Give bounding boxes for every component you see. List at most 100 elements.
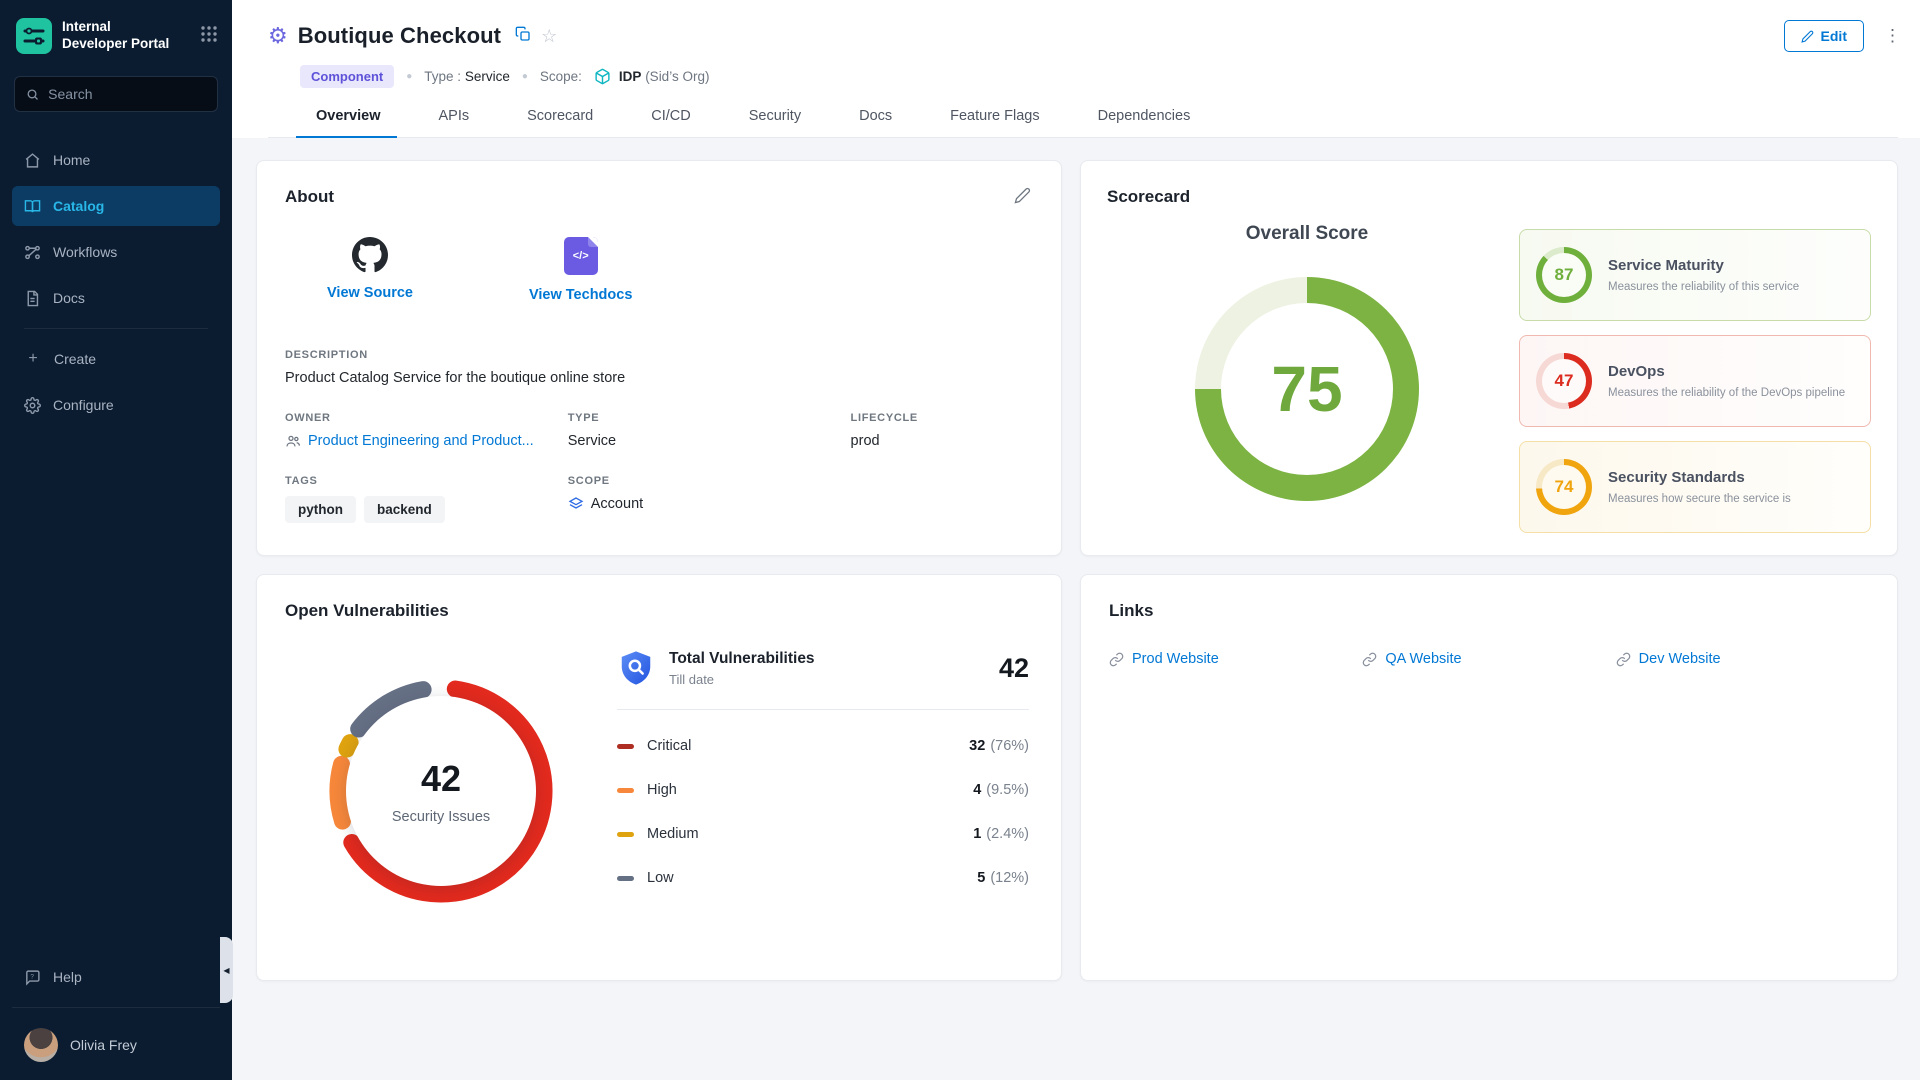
avatar <box>24 1028 58 1062</box>
tabs: Overview APIs Scorecard CI/CD Security D… <box>268 108 1898 138</box>
description-value: Product Catalog Service for the boutique… <box>285 370 1033 386</box>
scorecard-title: Scorecard <box>1107 187 1871 207</box>
type-value: Service <box>465 69 510 84</box>
group-icon <box>285 433 301 449</box>
pencil-icon <box>1801 30 1814 43</box>
sidebar-item-configure[interactable]: Configure <box>12 385 220 425</box>
type-value: Service <box>568 433 851 449</box>
links-title: Links <box>1109 601 1869 621</box>
sidebar-item-catalog[interactable]: Catalog <box>12 186 220 226</box>
severity-row-high: High 4 (9.5%) <box>617 782 1029 798</box>
owner-label: OWNER <box>285 412 568 424</box>
sidebar-item-create[interactable]: + Create <box>12 339 220 379</box>
copy-icon[interactable] <box>515 26 531 47</box>
scorecard-item-devops[interactable]: 47 DevOps Measures the reliability of th… <box>1519 335 1871 427</box>
sidebar: Internal Developer Portal Home Catalog <box>0 0 232 1080</box>
mini-score-ring: 74 <box>1536 459 1592 515</box>
about-title: About <box>285 187 1033 207</box>
links-card: Links Prod Website QA Website Dev Websit… <box>1080 574 1898 981</box>
kebab-menu-icon[interactable]: ⋮ <box>1884 31 1898 40</box>
description-label: DESCRIPTION <box>285 349 1033 361</box>
scope-label: SCOPE <box>568 475 1033 487</box>
svg-text:?: ? <box>30 973 34 980</box>
low-dash-icon <box>617 876 634 881</box>
docs-icon <box>24 290 41 307</box>
tag-pill[interactable]: backend <box>364 496 445 523</box>
mini-score-ring: 87 <box>1536 247 1592 303</box>
favorite-star-icon[interactable]: ☆ <box>541 26 557 47</box>
severity-row-medium: Medium 1 (2.4%) <box>617 826 1029 842</box>
view-source-link[interactable]: View Source <box>327 237 413 303</box>
tab-scorecard[interactable]: Scorecard <box>525 108 595 137</box>
tab-apis[interactable]: APIs <box>437 108 472 137</box>
help-icon: ? <box>24 969 41 986</box>
medium-dash-icon <box>617 832 634 837</box>
high-dash-icon <box>617 788 634 793</box>
page-title: Boutique Checkout <box>298 23 501 49</box>
lifecycle-value: prod <box>851 433 1033 449</box>
apps-grid-icon[interactable] <box>200 25 218 48</box>
about-card: About View Source </> View Techdocs DESC… <box>256 160 1062 556</box>
about-edit-pencil-icon[interactable] <box>1014 187 1031 209</box>
scorecard-item-security-standards[interactable]: 74 Security Standards Measures how secur… <box>1519 441 1871 533</box>
component-gear-icon: ⚙ <box>268 25 288 47</box>
total-vulnerabilities-label: Total Vulnerabilities <box>669 650 815 668</box>
tab-security[interactable]: Security <box>747 108 803 137</box>
techdocs-icon: </> <box>564 237 598 275</box>
search-input[interactable] <box>48 86 206 102</box>
workflows-icon <box>24 244 41 261</box>
link-dev-website[interactable]: Dev Website <box>1616 651 1869 667</box>
gear-icon <box>24 397 41 414</box>
owner-link[interactable]: Product Engineering and Product... <box>285 433 568 449</box>
user-menu[interactable]: Olivia Frey <box>0 1018 232 1066</box>
user-name: Olivia Frey <box>70 1037 137 1053</box>
scope-value: IDP <box>619 69 642 84</box>
brand: Internal Developer Portal <box>0 0 232 68</box>
overall-score-donut: 75 <box>1195 277 1419 501</box>
link-icon <box>1616 652 1631 667</box>
link-prod-website[interactable]: Prod Website <box>1109 651 1362 667</box>
view-techdocs-link[interactable]: </> View Techdocs <box>529 237 632 303</box>
catalog-icon <box>24 198 41 215</box>
overall-score-value: 75 <box>1195 277 1419 501</box>
sidebar-item-workflows[interactable]: Workflows <box>12 232 220 272</box>
tag-pill[interactable]: python <box>285 496 356 523</box>
scorecard-item-service-maturity[interactable]: 87 Service Maturity Measures the reliabi… <box>1519 229 1871 321</box>
page-header: ⚙ Boutique Checkout ☆ Edit ⋮ Component ●… <box>232 0 1920 138</box>
plus-icon: + <box>24 351 42 367</box>
sidebar-collapse-handle[interactable]: ◀ <box>220 937 233 1003</box>
sidebar-item-home[interactable]: Home <box>12 140 220 180</box>
link-qa-website[interactable]: QA Website <box>1362 651 1615 667</box>
cube-icon <box>594 68 611 85</box>
severity-row-critical: Critical 32 (76%) <box>617 738 1029 754</box>
brand-title: Internal Developer Portal <box>62 19 190 53</box>
shield-scan-icon <box>617 649 655 687</box>
sidebar-item-docs[interactable]: Docs <box>12 278 220 318</box>
scorecard-card: Scorecard Overall Score 75 87 Service Ma… <box>1080 160 1898 556</box>
mini-score-ring: 47 <box>1536 353 1592 409</box>
home-icon <box>24 152 41 169</box>
content: About View Source </> View Techdocs DESC… <box>232 138 1920 1080</box>
sidebar-search[interactable] <box>14 76 218 112</box>
security-issues-count: 42 <box>421 758 461 800</box>
edit-button[interactable]: Edit <box>1784 20 1864 52</box>
scope-org: (Sid’s Org) <box>645 69 709 84</box>
github-icon <box>352 237 388 273</box>
sidebar-item-help[interactable]: ? Help <box>12 957 220 997</box>
lifecycle-label: LIFECYCLE <box>851 412 1033 424</box>
severity-row-low: Low 5 (12%) <box>617 870 1029 886</box>
tab-dependencies[interactable]: Dependencies <box>1096 108 1193 137</box>
link-icon <box>1109 652 1124 667</box>
component-badge: Component <box>300 65 394 88</box>
critical-dash-icon <box>617 744 634 749</box>
search-icon <box>26 87 39 102</box>
tab-docs[interactable]: Docs <box>857 108 894 137</box>
overall-score-label: Overall Score <box>1246 223 1369 245</box>
security-issues-label: Security Issues <box>392 809 490 825</box>
nav-divider <box>24 328 208 329</box>
scope-account-value: Account <box>591 496 643 512</box>
vulnerabilities-donut: 42 Security Issues <box>321 671 561 911</box>
tab-feature-flags[interactable]: Feature Flags <box>948 108 1041 137</box>
tab-cicd[interactable]: CI/CD <box>649 108 692 137</box>
tab-overview[interactable]: Overview <box>314 108 383 137</box>
